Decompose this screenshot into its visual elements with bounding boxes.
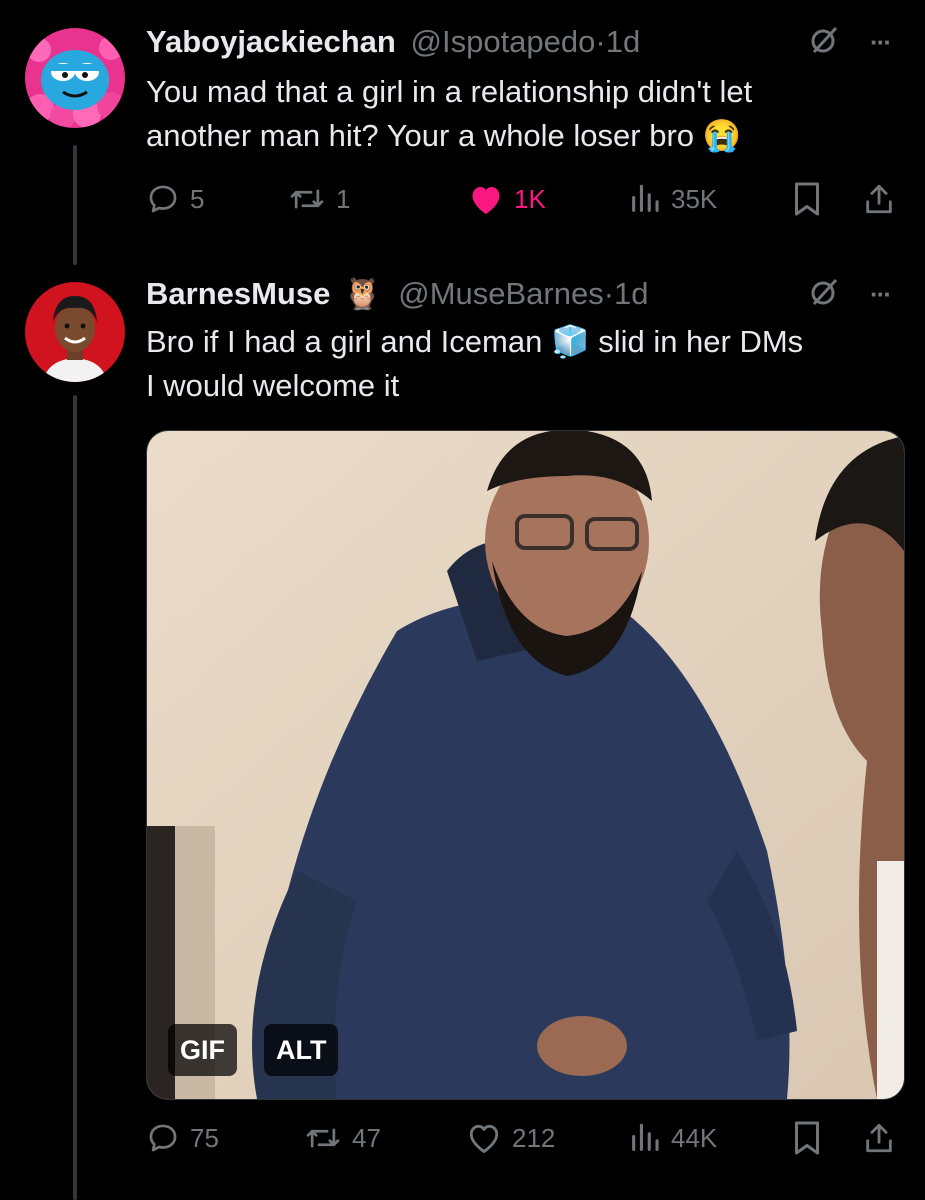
bookmark-icon bbox=[795, 1121, 819, 1155]
tweet-text: Bro if I had a girl and Iceman 🧊 slid in… bbox=[146, 320, 803, 408]
alt-text-badge[interactable]: ALT bbox=[264, 1024, 339, 1076]
share-icon bbox=[866, 184, 892, 214]
grok-icon[interactable] bbox=[808, 276, 840, 313]
heart-outline-icon bbox=[469, 1124, 499, 1153]
tweet-actions: 5 1 1K 35K bbox=[146, 177, 906, 221]
repost-count: 1 bbox=[336, 183, 351, 214]
reply-count: 75 bbox=[190, 1122, 219, 1153]
tweet-actions: 75 47 212 44K bbox=[146, 1116, 906, 1160]
view-count: 44K bbox=[671, 1122, 718, 1153]
thread-line-upper bbox=[73, 145, 77, 265]
repost-button[interactable]: 1 bbox=[288, 177, 350, 221]
reply-button[interactable]: 5 bbox=[146, 177, 204, 221]
tweet-header: Yaboyjackiechan @Ispotapedo·1d bbox=[146, 22, 640, 62]
author-name[interactable]: Yaboyjackiechan bbox=[146, 24, 396, 59]
like-button[interactable]: 1K bbox=[468, 177, 546, 221]
tweet-text-line: You mad that a girl in a relationship di… bbox=[146, 74, 753, 109]
tweet-media-gif[interactable] bbox=[146, 430, 905, 1100]
tweet-text-line: slid in her DMs bbox=[598, 324, 804, 359]
bookmark-button[interactable] bbox=[792, 1116, 822, 1160]
reply-icon bbox=[149, 185, 177, 213]
share-icon bbox=[866, 1123, 892, 1153]
views-button[interactable]: 44K bbox=[629, 1116, 717, 1160]
gif-preview-image bbox=[147, 431, 904, 1099]
reply-count: 5 bbox=[190, 183, 205, 214]
timestamp[interactable]: 1d bbox=[606, 24, 640, 59]
gif-badge[interactable]: GIF bbox=[168, 1024, 237, 1076]
tweet-text: You mad that a girl in a relationship di… bbox=[146, 70, 752, 158]
repost-icon bbox=[306, 1128, 340, 1148]
cartoon-avatar-image bbox=[25, 282, 125, 382]
tweet-text-line: another man hit? Your a whole loser bro bbox=[146, 118, 695, 153]
tweet-top-icons: ··· bbox=[808, 276, 892, 313]
view-count: 35K bbox=[671, 183, 718, 214]
more-options-icon[interactable]: ··· bbox=[870, 279, 892, 310]
views-icon bbox=[632, 184, 659, 212]
author-handle[interactable]: @Ispotapedo bbox=[411, 24, 596, 59]
like-count: 212 bbox=[512, 1122, 556, 1153]
timestamp[interactable]: 1d bbox=[614, 276, 648, 311]
tweet-text-line: I would welcome it bbox=[146, 368, 400, 403]
cartoon-avatar-image bbox=[25, 28, 125, 128]
bookmark-button[interactable] bbox=[792, 177, 822, 221]
repost-count: 47 bbox=[352, 1122, 381, 1153]
heart-filled-icon bbox=[472, 187, 500, 214]
reply-button[interactable]: 75 bbox=[146, 1116, 219, 1160]
ice-cube-emoji: 🧊 bbox=[550, 324, 590, 359]
tweet-text-line: Bro if I had a girl and Iceman bbox=[146, 324, 543, 359]
repost-icon bbox=[290, 189, 324, 209]
share-button[interactable] bbox=[862, 177, 896, 221]
views-button[interactable]: 35K bbox=[629, 177, 717, 221]
repost-button[interactable]: 47 bbox=[304, 1116, 381, 1160]
tweet-header: BarnesMuse 🦉 @MuseBarnes·1d bbox=[146, 274, 649, 314]
reply-icon bbox=[149, 1124, 177, 1152]
share-button[interactable] bbox=[862, 1116, 896, 1160]
grok-icon[interactable] bbox=[808, 24, 840, 61]
thread-line-lower bbox=[73, 395, 77, 1200]
bookmark-icon bbox=[795, 182, 819, 216]
avatar[interactable] bbox=[25, 28, 125, 128]
owl-emoji: 🦉 bbox=[342, 276, 382, 311]
avatar[interactable] bbox=[25, 282, 125, 382]
crying-emoji: 😭 bbox=[702, 118, 742, 153]
author-name[interactable]: BarnesMuse bbox=[146, 276, 330, 311]
author-handle[interactable]: @MuseBarnes bbox=[398, 276, 604, 311]
like-button[interactable]: 212 bbox=[466, 1116, 555, 1160]
views-icon bbox=[632, 1123, 659, 1151]
like-count: 1K bbox=[514, 183, 546, 214]
separator-dot: · bbox=[603, 276, 615, 311]
tweet-top-icons: ··· bbox=[808, 24, 892, 61]
separator-dot: · bbox=[595, 24, 606, 59]
more-options-icon[interactable]: ··· bbox=[870, 27, 892, 58]
